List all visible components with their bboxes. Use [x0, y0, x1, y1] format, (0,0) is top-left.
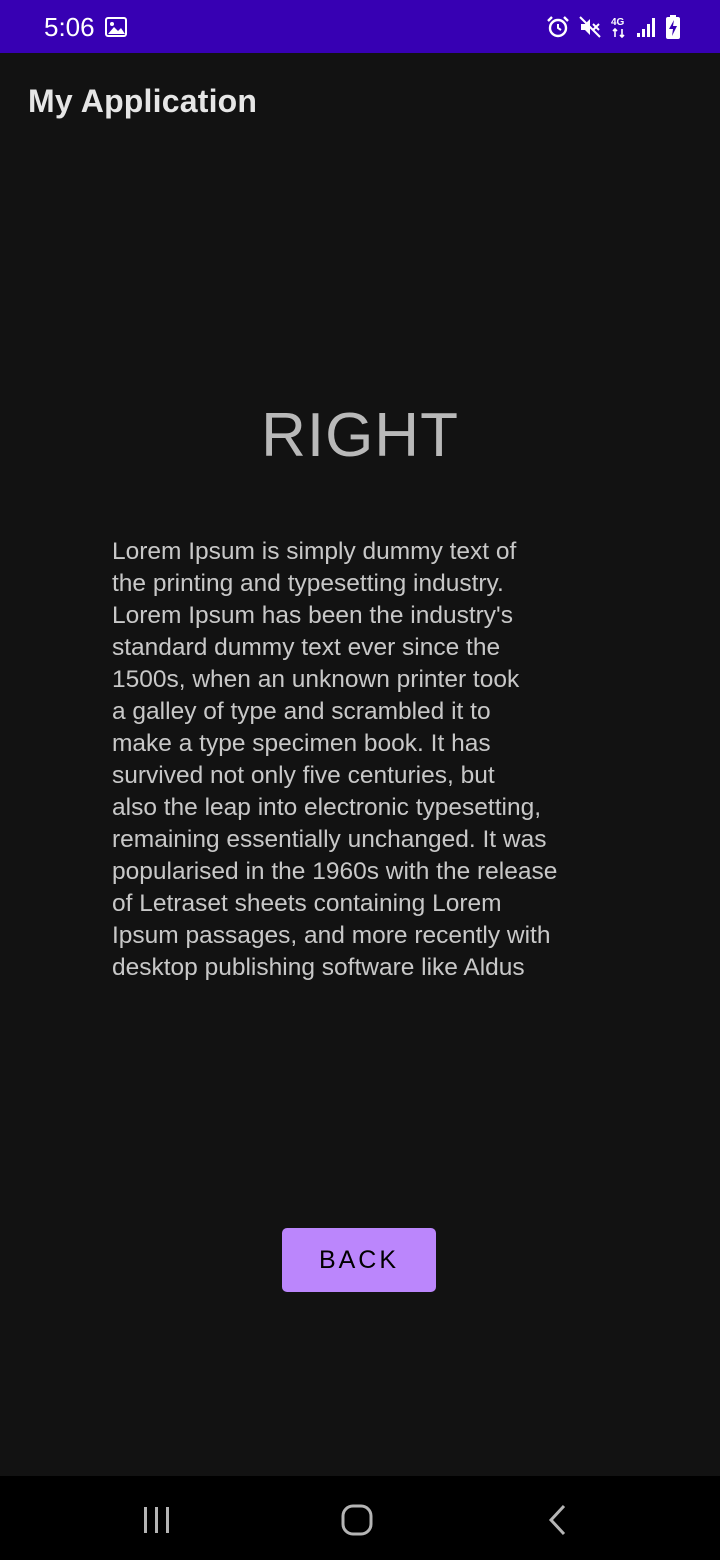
body-text: Lorem Ipsum is simply dummy text of the … — [112, 538, 558, 981]
status-icons: 4G — [546, 14, 680, 40]
home-icon[interactable] — [340, 1503, 374, 1542]
network-4g-icon: 4G — [610, 15, 628, 39]
back-icon[interactable] — [546, 1503, 570, 1542]
app-bar: My Application — [0, 53, 720, 153]
app-title: My Application — [28, 83, 258, 119]
gallery-icon — [105, 17, 127, 37]
alarm-icon — [546, 15, 570, 39]
status-bar: 5:06 4G — [0, 0, 720, 53]
navigation-bar — [0, 1476, 720, 1560]
mute-icon — [578, 15, 602, 39]
screen: 5:06 4G My Application RIGHT Lorem Ipsum… — [0, 0, 720, 1560]
signal-icon — [636, 16, 658, 38]
recents-icon[interactable] — [142, 1505, 172, 1540]
status-time: 5:06 — [44, 12, 95, 42]
page-heading: RIGHT — [261, 401, 459, 470]
back-button[interactable]: BACK — [282, 1228, 436, 1292]
battery-charging-icon — [666, 15, 680, 39]
svg-text:4G: 4G — [611, 17, 625, 28]
